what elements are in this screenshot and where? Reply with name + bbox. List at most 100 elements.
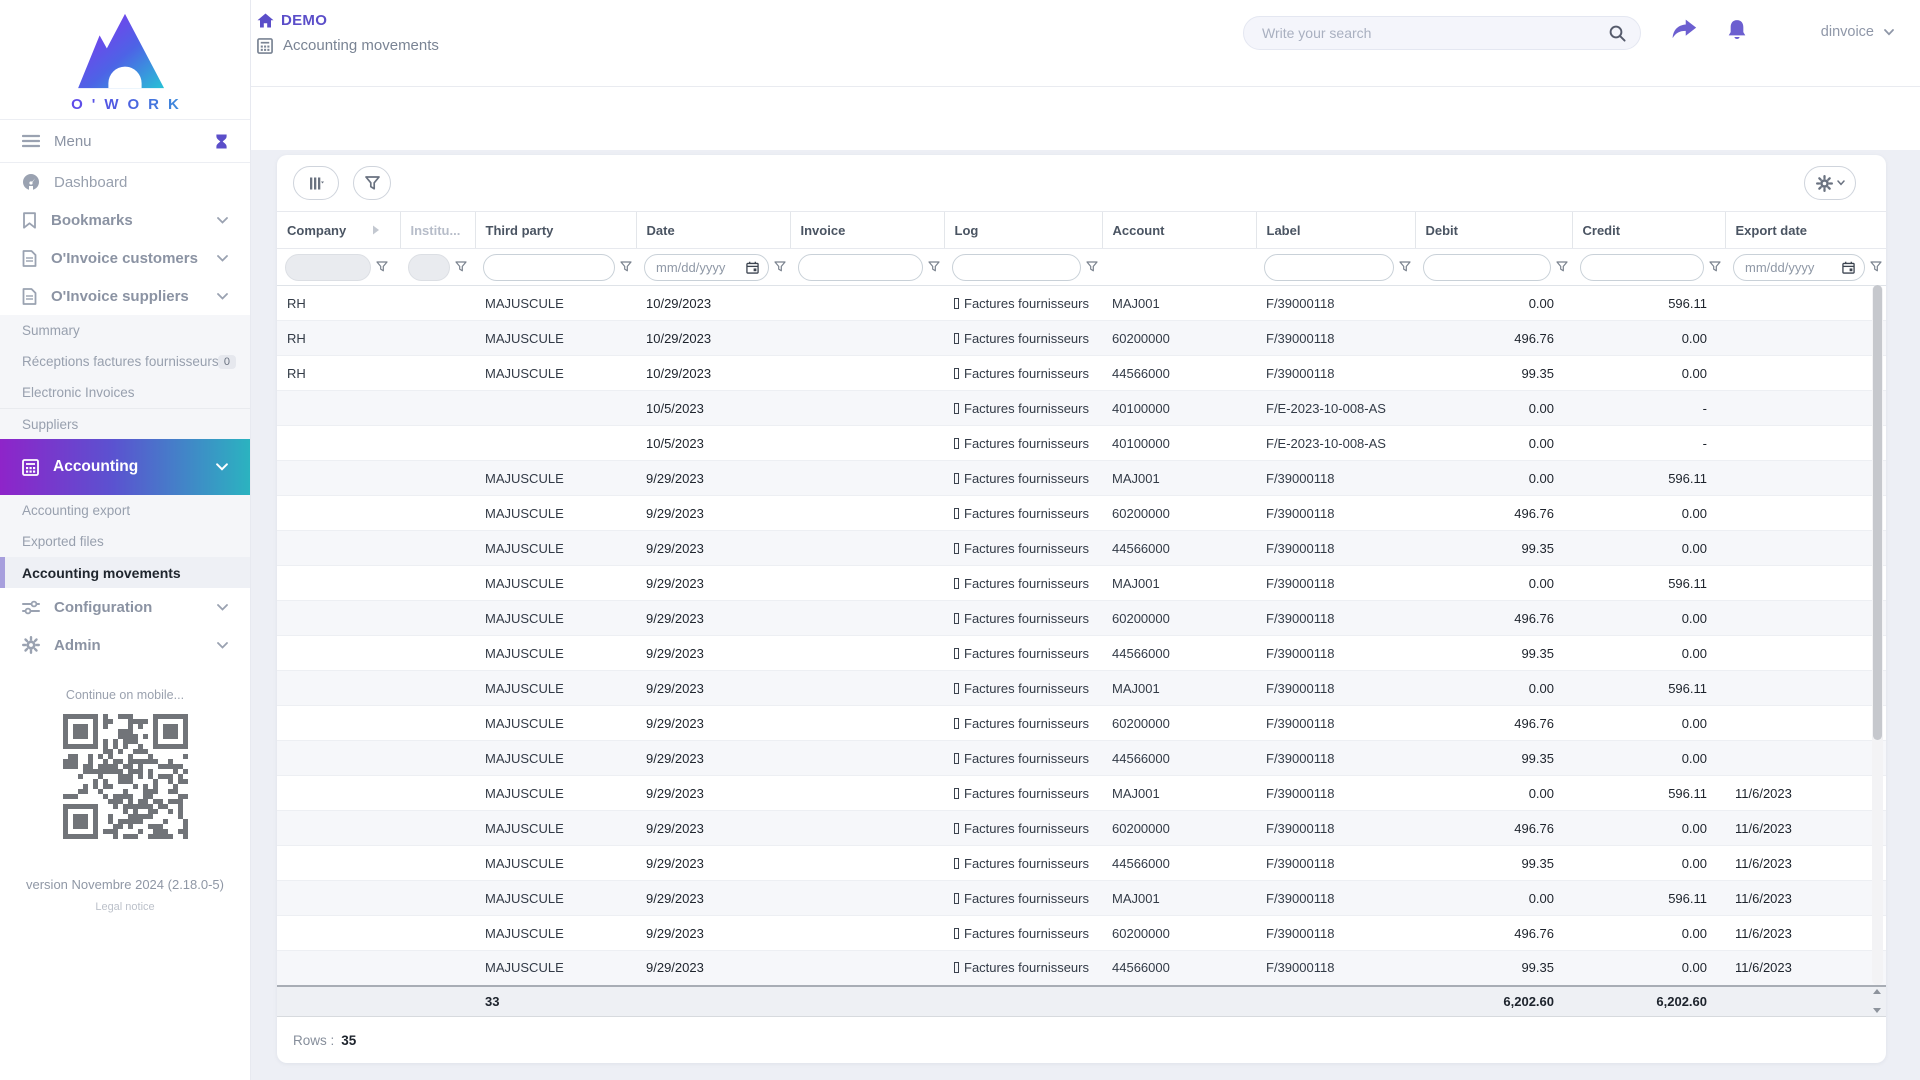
filter-input-date[interactable]: mm/dd/yyyy	[644, 254, 769, 281]
share-icon[interactable]	[1671, 19, 1697, 41]
column-header-export_date[interactable]: Export date	[1725, 212, 1886, 249]
column-header-label[interactable]: Label	[1256, 212, 1415, 249]
cell-export-date: 11/6/2023	[1725, 776, 1886, 811]
funnel-icon[interactable]	[1709, 261, 1721, 273]
sidebar-item-summary[interactable]: Summary	[0, 315, 250, 346]
column-header-debit[interactable]: Debit	[1415, 212, 1572, 249]
calendar-icon[interactable]	[1842, 261, 1855, 274]
sidebar-item-oinvoice-customers[interactable]: O'Invoice customers	[0, 239, 250, 277]
hourglass-icon[interactable]	[215, 134, 228, 149]
search-input[interactable]	[1262, 25, 1609, 41]
table-row[interactable]: MAJUSCULE 9/29/2023 Factures fournisseur…	[277, 636, 1886, 671]
column-header-institution[interactable]: Institu...	[400, 212, 475, 249]
filter-input-debit[interactable]	[1423, 254, 1551, 281]
scroll-down-icon[interactable]	[1873, 1008, 1881, 1013]
funnel-icon[interactable]	[774, 261, 786, 273]
table-row[interactable]: RH MAJUSCULE 10/29/2023 Factures fournis…	[277, 321, 1886, 356]
funnel-icon[interactable]	[376, 261, 388, 273]
sidebar-item-bookmarks[interactable]: Bookmarks	[0, 201, 250, 239]
funnel-icon[interactable]	[1556, 261, 1568, 273]
cell-account: MAJ001	[1102, 671, 1256, 706]
user-name: dinvoice	[1821, 24, 1874, 40]
filter-input-label[interactable]	[1264, 254, 1394, 281]
filter-input-log[interactable]	[952, 254, 1081, 281]
sidebar-item-accounting-export[interactable]: Accounting export	[0, 495, 250, 526]
sidebar-item-exported-files[interactable]: Exported files	[0, 526, 250, 557]
table-row[interactable]: MAJUSCULE 9/29/2023 Factures fournisseur…	[277, 461, 1886, 496]
funnel-icon[interactable]	[1870, 261, 1882, 273]
cell-company	[277, 811, 400, 846]
funnel-icon[interactable]	[1086, 261, 1098, 273]
filter-input-invoice[interactable]	[798, 254, 923, 281]
scroll-up-icon[interactable]	[1873, 989, 1881, 994]
table-row[interactable]: MAJUSCULE 9/29/2023 Factures fournisseur…	[277, 881, 1886, 916]
cell-third-party: MAJUSCULE	[475, 741, 636, 776]
funnel-icon[interactable]	[928, 261, 940, 273]
table-row[interactable]: 10/5/2023 Factures fournisseurs 40100000…	[277, 391, 1886, 426]
sidebar-item-electronic-invoices[interactable]: Electronic Invoices	[0, 377, 250, 408]
table-row[interactable]: MAJUSCULE 9/29/2023 Factures fournisseur…	[277, 671, 1886, 706]
cell-debit: 496.76	[1415, 321, 1572, 356]
sidebar-item-oinvoice-suppliers[interactable]: O'Invoice suppliers	[0, 277, 250, 315]
user-menu[interactable]: dinvoice	[1821, 24, 1894, 40]
funnel-icon[interactable]	[455, 261, 467, 273]
cell-date: 9/29/2023	[636, 741, 790, 776]
bell-icon[interactable]	[1726, 19, 1748, 43]
cell-label: F/39000118	[1256, 671, 1415, 706]
calculator-icon	[22, 459, 39, 476]
table-row[interactable]: RH MAJUSCULE 10/29/2023 Factures fournis…	[277, 286, 1886, 321]
cell-invoice	[790, 776, 944, 811]
table-row[interactable]: MAJUSCULE 9/29/2023 Factures fournisseur…	[277, 811, 1886, 846]
calendar-icon[interactable]	[746, 261, 759, 274]
table-row[interactable]: MAJUSCULE 9/29/2023 Factures fournisseur…	[277, 916, 1886, 951]
scrollbar-thumb[interactable]	[1873, 285, 1882, 740]
search-icon[interactable]	[1609, 25, 1626, 42]
column-header-log[interactable]: Log	[944, 212, 1102, 249]
sidebar-item-accounting-movements[interactable]: Accounting movements	[0, 557, 250, 588]
table-row[interactable]: MAJUSCULE 9/29/2023 Factures fournisseur…	[277, 741, 1886, 776]
table-row[interactable]: MAJUSCULE 9/29/2023 Factures fournisseur…	[277, 846, 1886, 881]
brand-logo[interactable]: O'WORK	[0, 0, 250, 119]
cell-institution	[400, 566, 475, 601]
totals-scroll-arrows[interactable]	[1870, 989, 1883, 1013]
table-row[interactable]: MAJUSCULE 9/29/2023 Factures fournisseur…	[277, 566, 1886, 601]
table-row[interactable]: MAJUSCULE 9/29/2023 Factures fournisseur…	[277, 706, 1886, 741]
cell-invoice	[790, 321, 944, 356]
table-row[interactable]: RH MAJUSCULE 10/29/2023 Factures fournis…	[277, 356, 1886, 391]
sidebar-item-suppliers[interactable]: Suppliers	[0, 408, 250, 439]
columns-button[interactable]	[293, 166, 339, 200]
funnel-icon[interactable]	[1399, 261, 1411, 273]
sidebar-item-admin[interactable]: Admin	[0, 626, 250, 664]
column-header-credit[interactable]: Credit	[1572, 212, 1725, 249]
cell-institution	[400, 426, 475, 461]
table-row[interactable]: MAJUSCULE 9/29/2023 Factures fournisseur…	[277, 531, 1886, 566]
sidebar-item-dashboard[interactable]: Dashboard	[0, 163, 250, 201]
cell-debit: 99.35	[1415, 846, 1572, 881]
sidebar-item-configuration[interactable]: Configuration	[0, 588, 250, 626]
legal-notice-link[interactable]: Legal notice	[0, 901, 250, 913]
vertical-scrollbar[interactable]	[1872, 285, 1883, 985]
filter-input-third_party[interactable]	[483, 254, 615, 281]
cell-company	[277, 706, 400, 741]
column-header-date[interactable]: Date	[636, 212, 790, 249]
table-row[interactable]: MAJUSCULE 9/29/2023 Factures fournisseur…	[277, 496, 1886, 531]
filter-button[interactable]	[353, 166, 391, 200]
filter-input-credit[interactable]	[1580, 254, 1704, 281]
table-row[interactable]: 10/5/2023 Factures fournisseurs 40100000…	[277, 426, 1886, 461]
column-header-account[interactable]: Account	[1102, 212, 1256, 249]
table-row[interactable]: MAJUSCULE 9/29/2023 Factures fournisseur…	[277, 776, 1886, 811]
cell-credit: 0.00	[1572, 951, 1725, 986]
grid-settings-button[interactable]	[1804, 166, 1856, 200]
column-header-invoice[interactable]: Invoice	[790, 212, 944, 249]
table-row[interactable]: MAJUSCULE 9/29/2023 Factures fournisseur…	[277, 601, 1886, 636]
filter-input-export_date[interactable]: mm/dd/yyyy	[1733, 254, 1865, 281]
sidebar-item-accounting[interactable]: Accounting	[0, 439, 250, 495]
home-breadcrumb[interactable]: DEMO	[257, 12, 439, 29]
sidebar-item-receptions-factures[interactable]: Réceptions factures fournisseurs 0	[0, 346, 250, 377]
funnel-icon[interactable]	[620, 261, 632, 273]
menu-toggle[interactable]: Menu	[0, 119, 250, 163]
column-header-third_party[interactable]: Third party	[475, 212, 636, 249]
missing-glyph-icon	[954, 962, 959, 973]
table-row[interactable]: MAJUSCULE 9/29/2023 Factures fournisseur…	[277, 951, 1886, 986]
column-header-company[interactable]: Company	[277, 212, 400, 249]
